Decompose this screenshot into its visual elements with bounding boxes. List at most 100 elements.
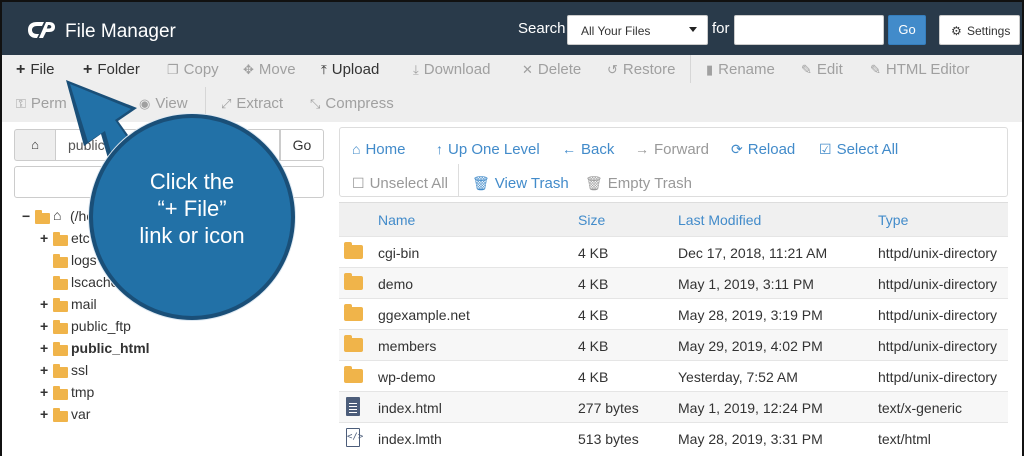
expand-toggle[interactable]: + xyxy=(40,318,50,334)
settings-button[interactable]: ⚙ Settings xyxy=(939,15,1020,45)
expand-toggle[interactable]: + xyxy=(40,406,50,422)
instruction-callout: Click the “+ File” link or icon xyxy=(89,114,295,320)
callout-text: Click the “+ File” link or icon xyxy=(93,168,291,249)
search-input[interactable] xyxy=(734,15,884,45)
chevron-down-icon xyxy=(689,27,697,32)
table-row[interactable]: members 4 KB May 29, 2019, 4:02 PM httpd… xyxy=(339,329,1008,360)
file-modified: May 29, 2019, 4:02 PM xyxy=(678,338,823,354)
settings-label: Settings xyxy=(967,24,1011,38)
download-button[interactable]: ⤓ Download xyxy=(413,61,490,78)
search-scope-value: All Your Files xyxy=(581,24,651,38)
file-size: 4 KB xyxy=(578,276,609,292)
file-icon: ▮ xyxy=(706,62,714,77)
file-modified: Dec 17, 2018, 11:21 AM xyxy=(678,245,828,261)
unselect-all-link[interactable]: ☐ Unselect All xyxy=(352,175,448,192)
pencil-icon: ✎ xyxy=(801,62,812,77)
expand-toggle[interactable]: + xyxy=(40,362,50,378)
folder-icon xyxy=(344,335,363,352)
callout-line-3: link or icon xyxy=(139,223,245,248)
refresh-icon: ⟳ xyxy=(731,141,743,157)
table-row[interactable]: index.html 277 bytes May 1, 2019, 12:24 … xyxy=(339,391,1008,422)
navigation-bar: ⌂ Home ↑ Up One Level ← Back → Forward ⟳ Relo… xyxy=(339,127,1008,197)
up-one-level-link[interactable]: ↑ Up One Level xyxy=(436,141,540,158)
file-modified: May 28, 2019, 3:19 PM xyxy=(678,307,823,323)
arrow-up-icon: ↑ xyxy=(436,141,443,157)
expand-toggle[interactable]: + xyxy=(40,384,50,400)
file-name: cgi-bin xyxy=(378,245,420,261)
delete-button[interactable]: ✕ Delete xyxy=(522,61,581,78)
file-list-pane: ⌂ Home ↑ Up One Level ← Back → Forward ⟳ Relo… xyxy=(337,122,1024,456)
arrow-right-icon: → xyxy=(635,141,649,157)
folder-icon xyxy=(344,304,363,321)
table-row[interactable]: demo 4 KB May 1, 2019, 3:11 PM httpd/uni… xyxy=(339,267,1008,298)
table-row[interactable]: </> index.lmth 513 bytes May 28, 2019, 3… xyxy=(339,422,1008,453)
folder-icon xyxy=(344,366,363,383)
download-label: Download xyxy=(423,61,491,78)
undo-icon: ↺ xyxy=(607,62,618,77)
search-scope-select[interactable]: All Your Files xyxy=(567,15,708,45)
empty-trash-link[interactable]: 🗑 Empty Trash xyxy=(585,175,692,192)
nav-divider xyxy=(458,164,459,196)
file-modified: Yesterday, 7:52 AM xyxy=(678,369,798,385)
upload-button[interactable]: ⤒ Upload xyxy=(321,61,379,78)
folder-icon xyxy=(53,386,68,400)
column-header-modified[interactable]: Last Modified xyxy=(678,212,761,228)
code-file-icon: </> xyxy=(346,428,363,447)
gear-icon: ⚙ xyxy=(951,24,962,38)
upload-icon: ⤒ xyxy=(321,62,327,77)
restore-button[interactable]: ↺ Restore xyxy=(607,61,675,78)
folder-icon xyxy=(53,364,68,378)
table-row[interactable]: ggexample.net 4 KB May 28, 2019, 3:19 PM… xyxy=(339,298,1008,329)
back-link[interactable]: ← Back xyxy=(562,141,614,158)
document-icon xyxy=(346,397,360,416)
file-size: 4 KB xyxy=(578,245,609,261)
table-row[interactable]: wp-demo 4 KB Yesterday, 7:52 AM httpd/un… xyxy=(339,360,1008,391)
view-trash-link[interactable]: 🗑 View Trash xyxy=(472,175,569,192)
home-link[interactable]: ⌂ Home xyxy=(352,141,405,158)
trash-icon: 🗑 xyxy=(472,175,490,191)
expand-toggle[interactable]: + xyxy=(40,340,50,356)
file-size: 4 KB xyxy=(578,307,609,323)
tree-item-label: public_html xyxy=(71,340,150,356)
folder-icon xyxy=(53,320,68,334)
tree-item-label: ssl xyxy=(71,362,89,378)
rename-button[interactable]: ▮ Rename xyxy=(706,61,775,78)
file-size: 4 KB xyxy=(578,338,609,354)
file-type: httpd/unix-directory xyxy=(878,276,998,292)
file-modified: May 28, 2019, 3:31 PM xyxy=(678,431,823,447)
search-label: Search xyxy=(518,20,566,37)
html-editor-button[interactable]: ✎ HTML Editor xyxy=(870,61,970,78)
folder-icon xyxy=(344,273,363,290)
folder-icon xyxy=(53,342,68,356)
forward-link[interactable]: → Forward xyxy=(635,141,709,158)
file-type: text/x-generic xyxy=(878,400,963,416)
table-header: Name Size Last Modified Type xyxy=(339,202,1008,236)
home-icon: ⌂ xyxy=(352,141,361,157)
file-name: ggexample.net xyxy=(378,307,470,323)
html-editor-label: HTML Editor xyxy=(885,61,970,78)
folder-icon xyxy=(53,408,68,422)
tree-item-label: tmp xyxy=(71,384,95,400)
close-icon: ✕ xyxy=(522,62,533,77)
compress-button[interactable]: ⤡ Compress xyxy=(310,95,394,112)
edit-button[interactable]: ✎ Edit xyxy=(801,61,843,78)
column-header-name[interactable]: Name xyxy=(378,212,415,228)
file-name: index.html xyxy=(378,400,442,416)
tree-item-label: public_ftp xyxy=(71,318,131,334)
file-size: 513 bytes xyxy=(578,431,639,447)
folder-icon xyxy=(53,298,68,312)
table-row[interactable]: cgi-bin 4 KB Dec 17, 2018, 11:21 AM http… xyxy=(339,236,1008,267)
unselect-all-label: Unselect All xyxy=(369,175,448,192)
reload-link[interactable]: ⟳ Reload xyxy=(731,141,795,158)
file-type: httpd/unix-directory xyxy=(878,245,998,261)
reload-label: Reload xyxy=(747,141,796,158)
column-header-size[interactable]: Size xyxy=(578,212,605,228)
callout-line-2: “+ File” xyxy=(157,196,227,221)
select-all-link[interactable]: ☑ Select All xyxy=(819,141,898,158)
view-trash-label: View Trash xyxy=(494,175,569,192)
upload-label: Upload xyxy=(331,61,380,78)
column-header-type[interactable]: Type xyxy=(878,212,908,228)
restore-label: Restore xyxy=(622,61,676,78)
search-go-button[interactable]: Go xyxy=(888,15,926,45)
file-type: text/html xyxy=(878,431,931,447)
